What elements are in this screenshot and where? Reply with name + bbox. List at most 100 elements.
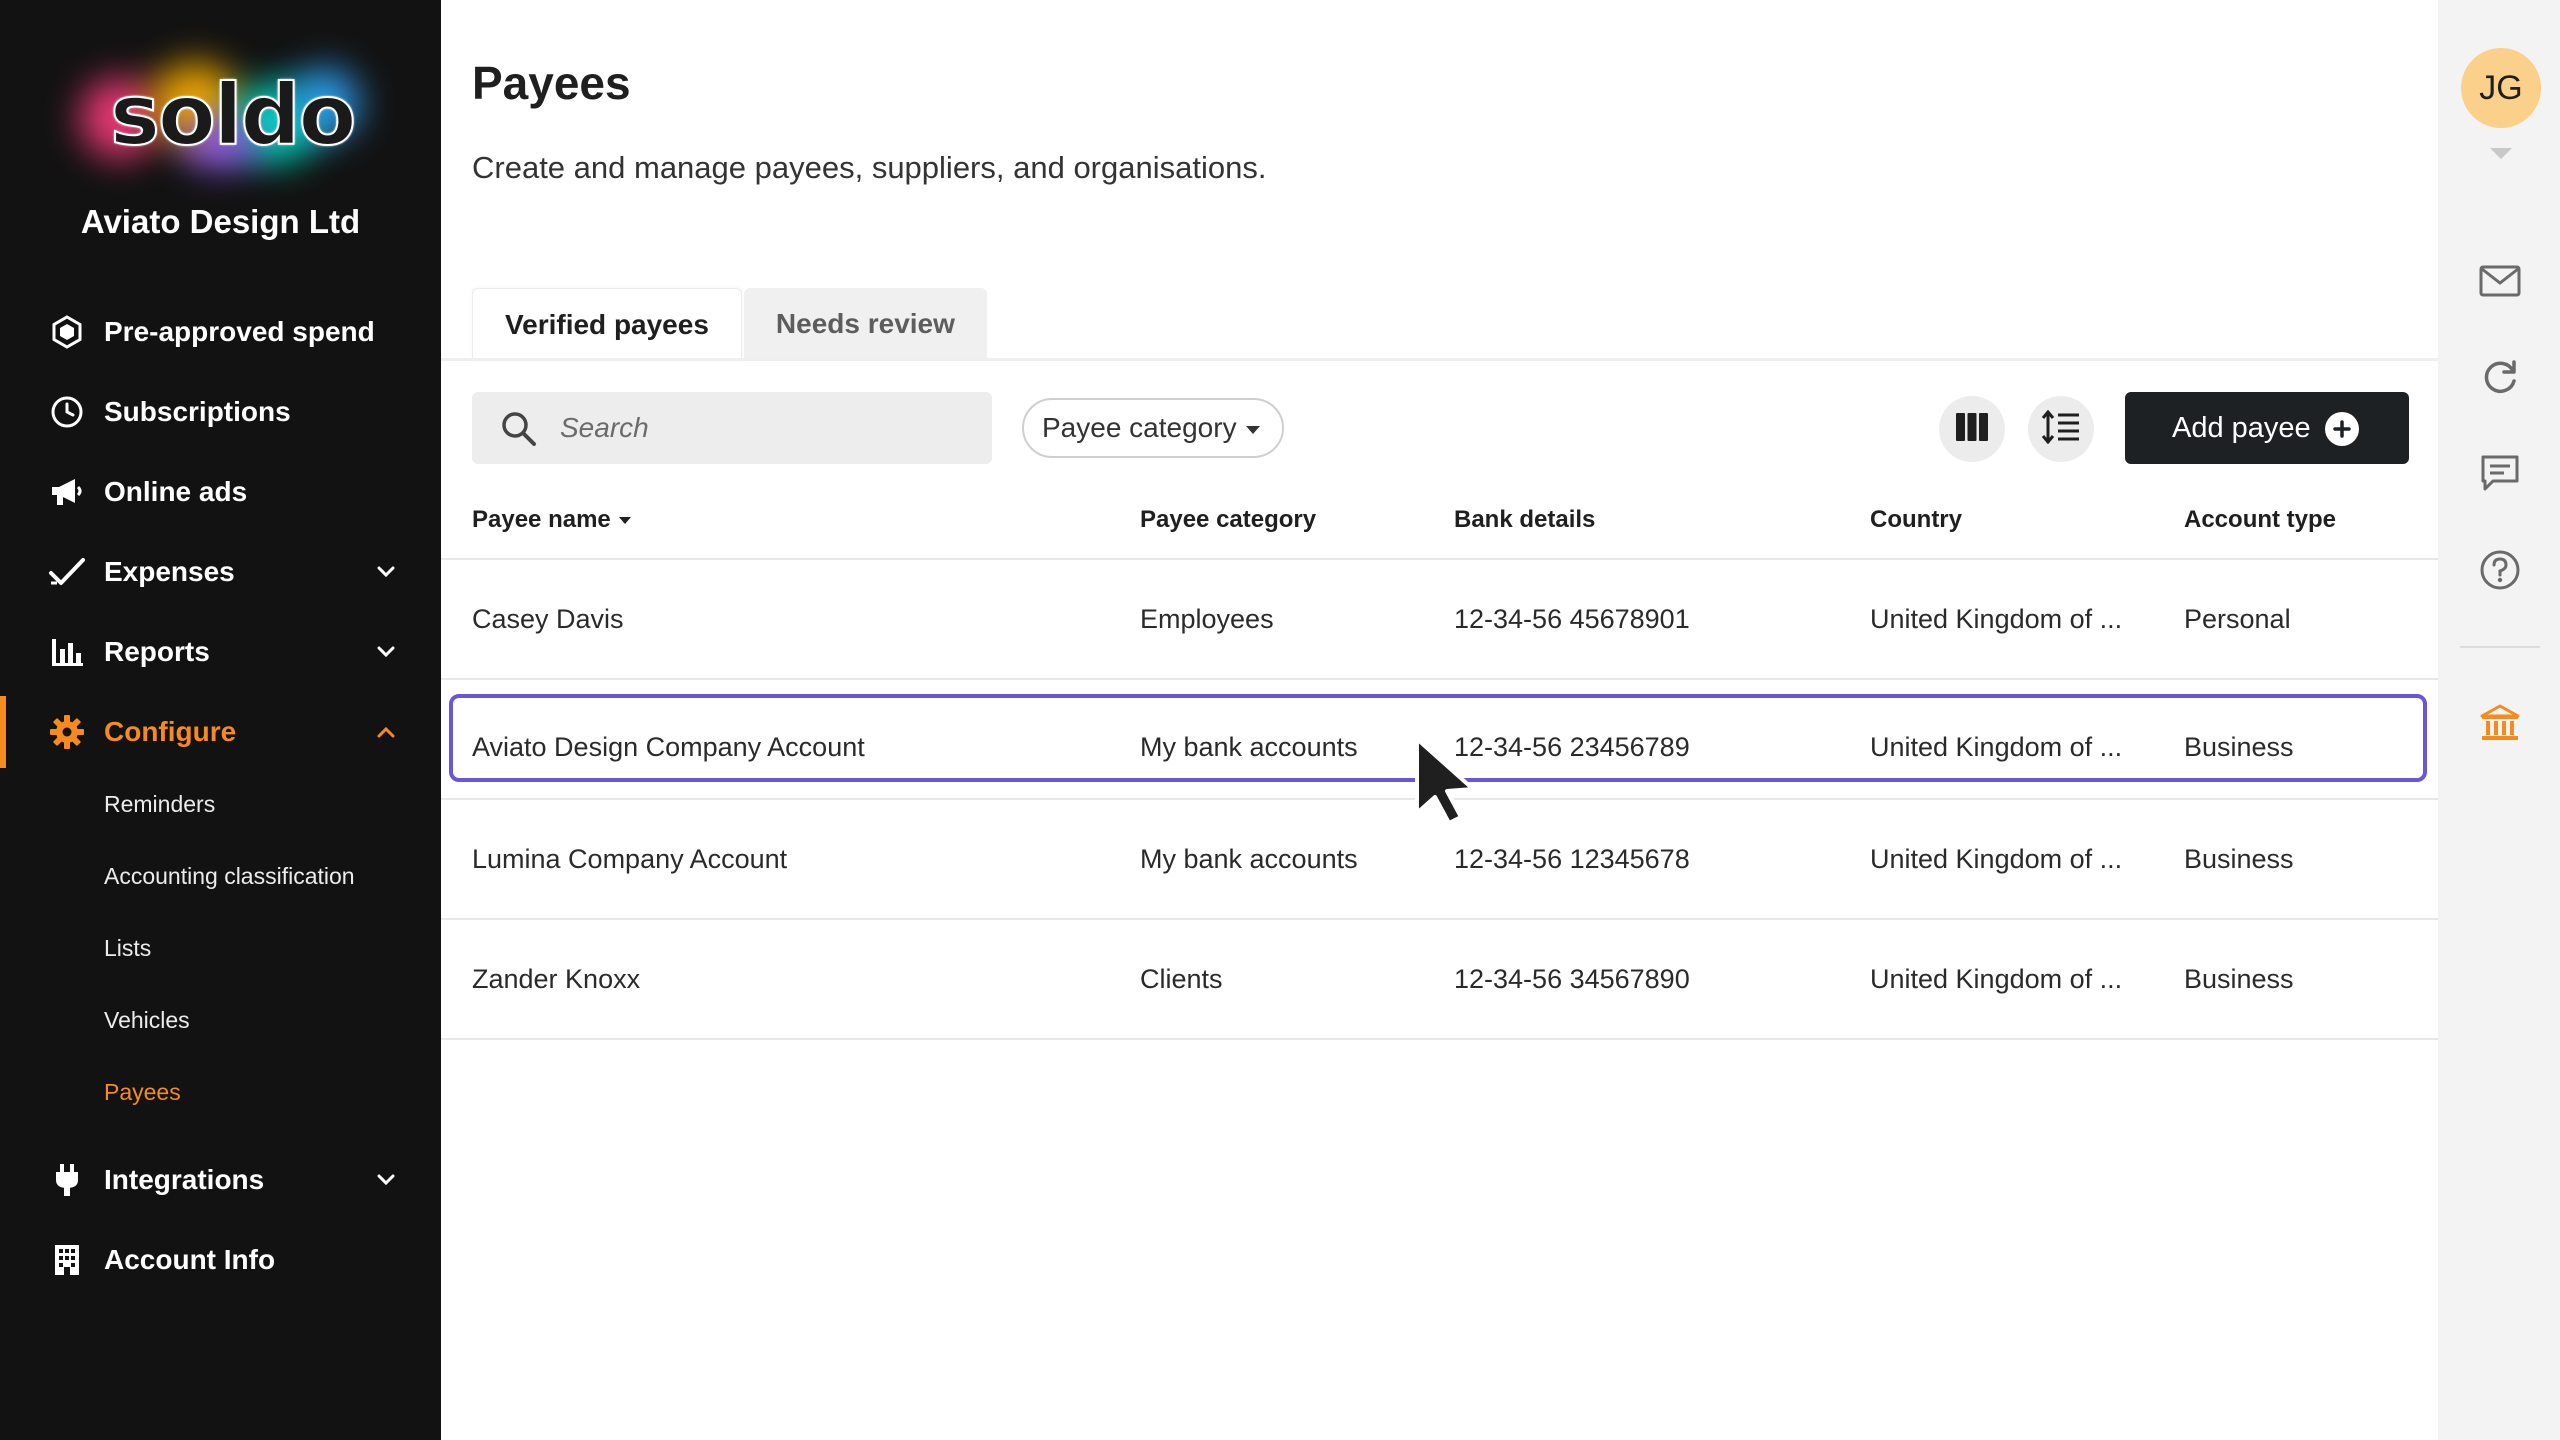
help-button[interactable] [2475, 547, 2525, 597]
column-header-bank-details[interactable]: Bank details [1454, 506, 1595, 534]
cell-payee-category: My bank accounts [1140, 844, 1358, 874]
tab-bar: Verified payees Needs review [472, 288, 987, 360]
cell-bank-details: 12-34-56 23456789 [1454, 732, 1690, 762]
chevron-down-icon[interactable] [372, 638, 400, 666]
bank-icon [2479, 703, 2521, 748]
building-icon [48, 1241, 86, 1279]
cell-bank-details: 12-34-56 34567890 [1454, 964, 1690, 994]
cell-account-type: Business [2184, 844, 2294, 874]
plus-circle-icon [2325, 412, 2359, 446]
search-input[interactable] [560, 406, 970, 450]
refresh-button[interactable] [2475, 354, 2525, 404]
cell-account-type: Business [2184, 732, 2294, 762]
sidebar-item-subscriptions[interactable]: Subscriptions [0, 380, 441, 444]
sidebar-subitem-lists[interactable]: Lists [104, 935, 151, 962]
sidebar-item-label: Reports [104, 636, 210, 667]
sidebar-item-account-info[interactable]: Account Info [0, 1228, 441, 1292]
sidebar-item-configure[interactable]: Configure [0, 700, 441, 764]
clock-icon [48, 393, 86, 431]
logo-text: soldo [109, 65, 357, 165]
sidebar-item-label: Expenses [104, 556, 235, 587]
cell-payee-name: Zander Knoxx [472, 964, 641, 994]
row-divider [441, 678, 2438, 680]
search-icon [500, 410, 538, 448]
chevron-down-icon[interactable] [372, 1166, 400, 1194]
table-row[interactable]: Casey Davis Employees 12-34-56 45678901 … [441, 560, 2438, 678]
main-content: Payees Create and manage payees, supplie… [441, 0, 2438, 1440]
cell-country: United Kingdom of ... [1870, 732, 2123, 762]
payee-category-filter[interactable]: Payee category [1022, 398, 1284, 458]
table-row[interactable]: Lumina Company Account My bank accounts … [441, 800, 2438, 918]
chat-button[interactable] [2475, 450, 2525, 500]
cell-payee-category: My bank accounts [1140, 732, 1358, 762]
sidebar-item-online-ads[interactable]: Online ads [0, 460, 441, 524]
sidebar-subitem-payees[interactable]: Payees [104, 1079, 181, 1106]
sidebar-subitem-reminders[interactable]: Reminders [104, 791, 215, 818]
check-icon [48, 553, 86, 591]
cell-account-type: Personal [2184, 604, 2291, 634]
line-height-icon [2041, 409, 2081, 449]
sidebar-item-integrations[interactable]: Integrations [0, 1148, 441, 1212]
row-divider [441, 1038, 2438, 1040]
cell-country: United Kingdom of ... [1870, 844, 2123, 874]
user-avatar[interactable]: JG [2461, 48, 2541, 128]
filter-label: Payee category [1042, 412, 1237, 443]
column-header-country[interactable]: Country [1870, 506, 1962, 534]
column-header-payee-category[interactable]: Payee category [1140, 506, 1316, 534]
plug-icon [48, 1161, 86, 1199]
sidebar-subitem-vehicles[interactable]: Vehicles [104, 1007, 190, 1034]
chat-icon [2479, 453, 2521, 498]
caret-down-icon[interactable] [2490, 148, 2512, 159]
bar-chart-icon [48, 633, 86, 671]
search-box[interactable] [472, 392, 992, 464]
column-header-label: Payee name [472, 506, 611, 533]
cell-payee-name: Casey Davis [472, 604, 624, 634]
column-header-payee-name[interactable]: Payee name [472, 506, 631, 534]
cell-bank-details: 12-34-56 45678901 [1454, 604, 1690, 634]
bank-button[interactable] [2475, 700, 2525, 750]
row-density-button[interactable] [2028, 396, 2094, 462]
tab-needs-review[interactable]: Needs review [743, 288, 987, 360]
sidebar-item-expenses[interactable]: Expenses [0, 540, 441, 604]
gear-icon [48, 713, 86, 751]
table-row[interactable]: Zander Knoxx Clients 12-34-56 34567890 U… [441, 920, 2438, 1038]
app-window: soldo Aviato Design Ltd Pre-approved spe… [0, 0, 2560, 1440]
sidebar-item-label: Configure [104, 716, 237, 747]
cell-country: United Kingdom of ... [1870, 604, 2123, 634]
add-payee-button[interactable]: Add payee [2125, 392, 2409, 464]
cell-bank-details: 12-34-56 12345678 [1454, 844, 1690, 874]
right-rail: JG [2438, 0, 2560, 1440]
sidebar-item-label: Integrations [104, 1164, 265, 1195]
mail-button[interactable] [2475, 258, 2525, 308]
help-icon [2479, 549, 2521, 596]
sidebar-subitem-accounting-classification[interactable]: Accounting classification [104, 863, 355, 890]
add-payee-label: Add payee [2172, 411, 2311, 444]
tab-verified-payees[interactable]: Verified payees [472, 288, 742, 360]
column-header-account-type[interactable]: Account type [2184, 506, 2336, 534]
page-subtitle: Create and manage payees, suppliers, and… [472, 150, 1267, 185]
columns-view-button[interactable] [1939, 396, 2005, 462]
cell-payee-category: Employees [1140, 604, 1274, 634]
sidebar-item-label: Online ads [104, 476, 248, 507]
mail-icon [2478, 263, 2522, 304]
company-name: Aviato Design Ltd [80, 203, 361, 240]
page-title: Payees [472, 57, 631, 109]
rail-divider [2460, 646, 2540, 648]
columns-icon [1955, 412, 1989, 447]
megaphone-icon [48, 473, 86, 511]
cell-payee-category: Clients [1140, 964, 1223, 994]
table-row-hovered[interactable]: Aviato Design Company Account My bank ac… [449, 694, 2427, 782]
chevron-up-icon[interactable] [372, 718, 400, 746]
sidebar-item-label: Pre-approved spend [104, 316, 375, 347]
sidebar-item-reports[interactable]: Reports [0, 620, 441, 684]
sort-caret-icon [618, 517, 631, 525]
sidebar: soldo Aviato Design Ltd Pre-approved spe… [0, 0, 441, 1440]
chevron-down-icon[interactable] [372, 558, 400, 586]
soldo-logo[interactable]: soldo [60, 58, 380, 178]
cell-payee-name: Aviato Design Company Account [472, 732, 865, 762]
sidebar-item-label: Account Info [104, 1244, 276, 1275]
sidebar-item-pre-approved-spend[interactable]: Pre-approved spend [0, 300, 441, 364]
refresh-icon [2480, 357, 2520, 402]
caret-down-icon [1246, 426, 1260, 434]
sidebar-item-label: Subscriptions [104, 396, 291, 427]
